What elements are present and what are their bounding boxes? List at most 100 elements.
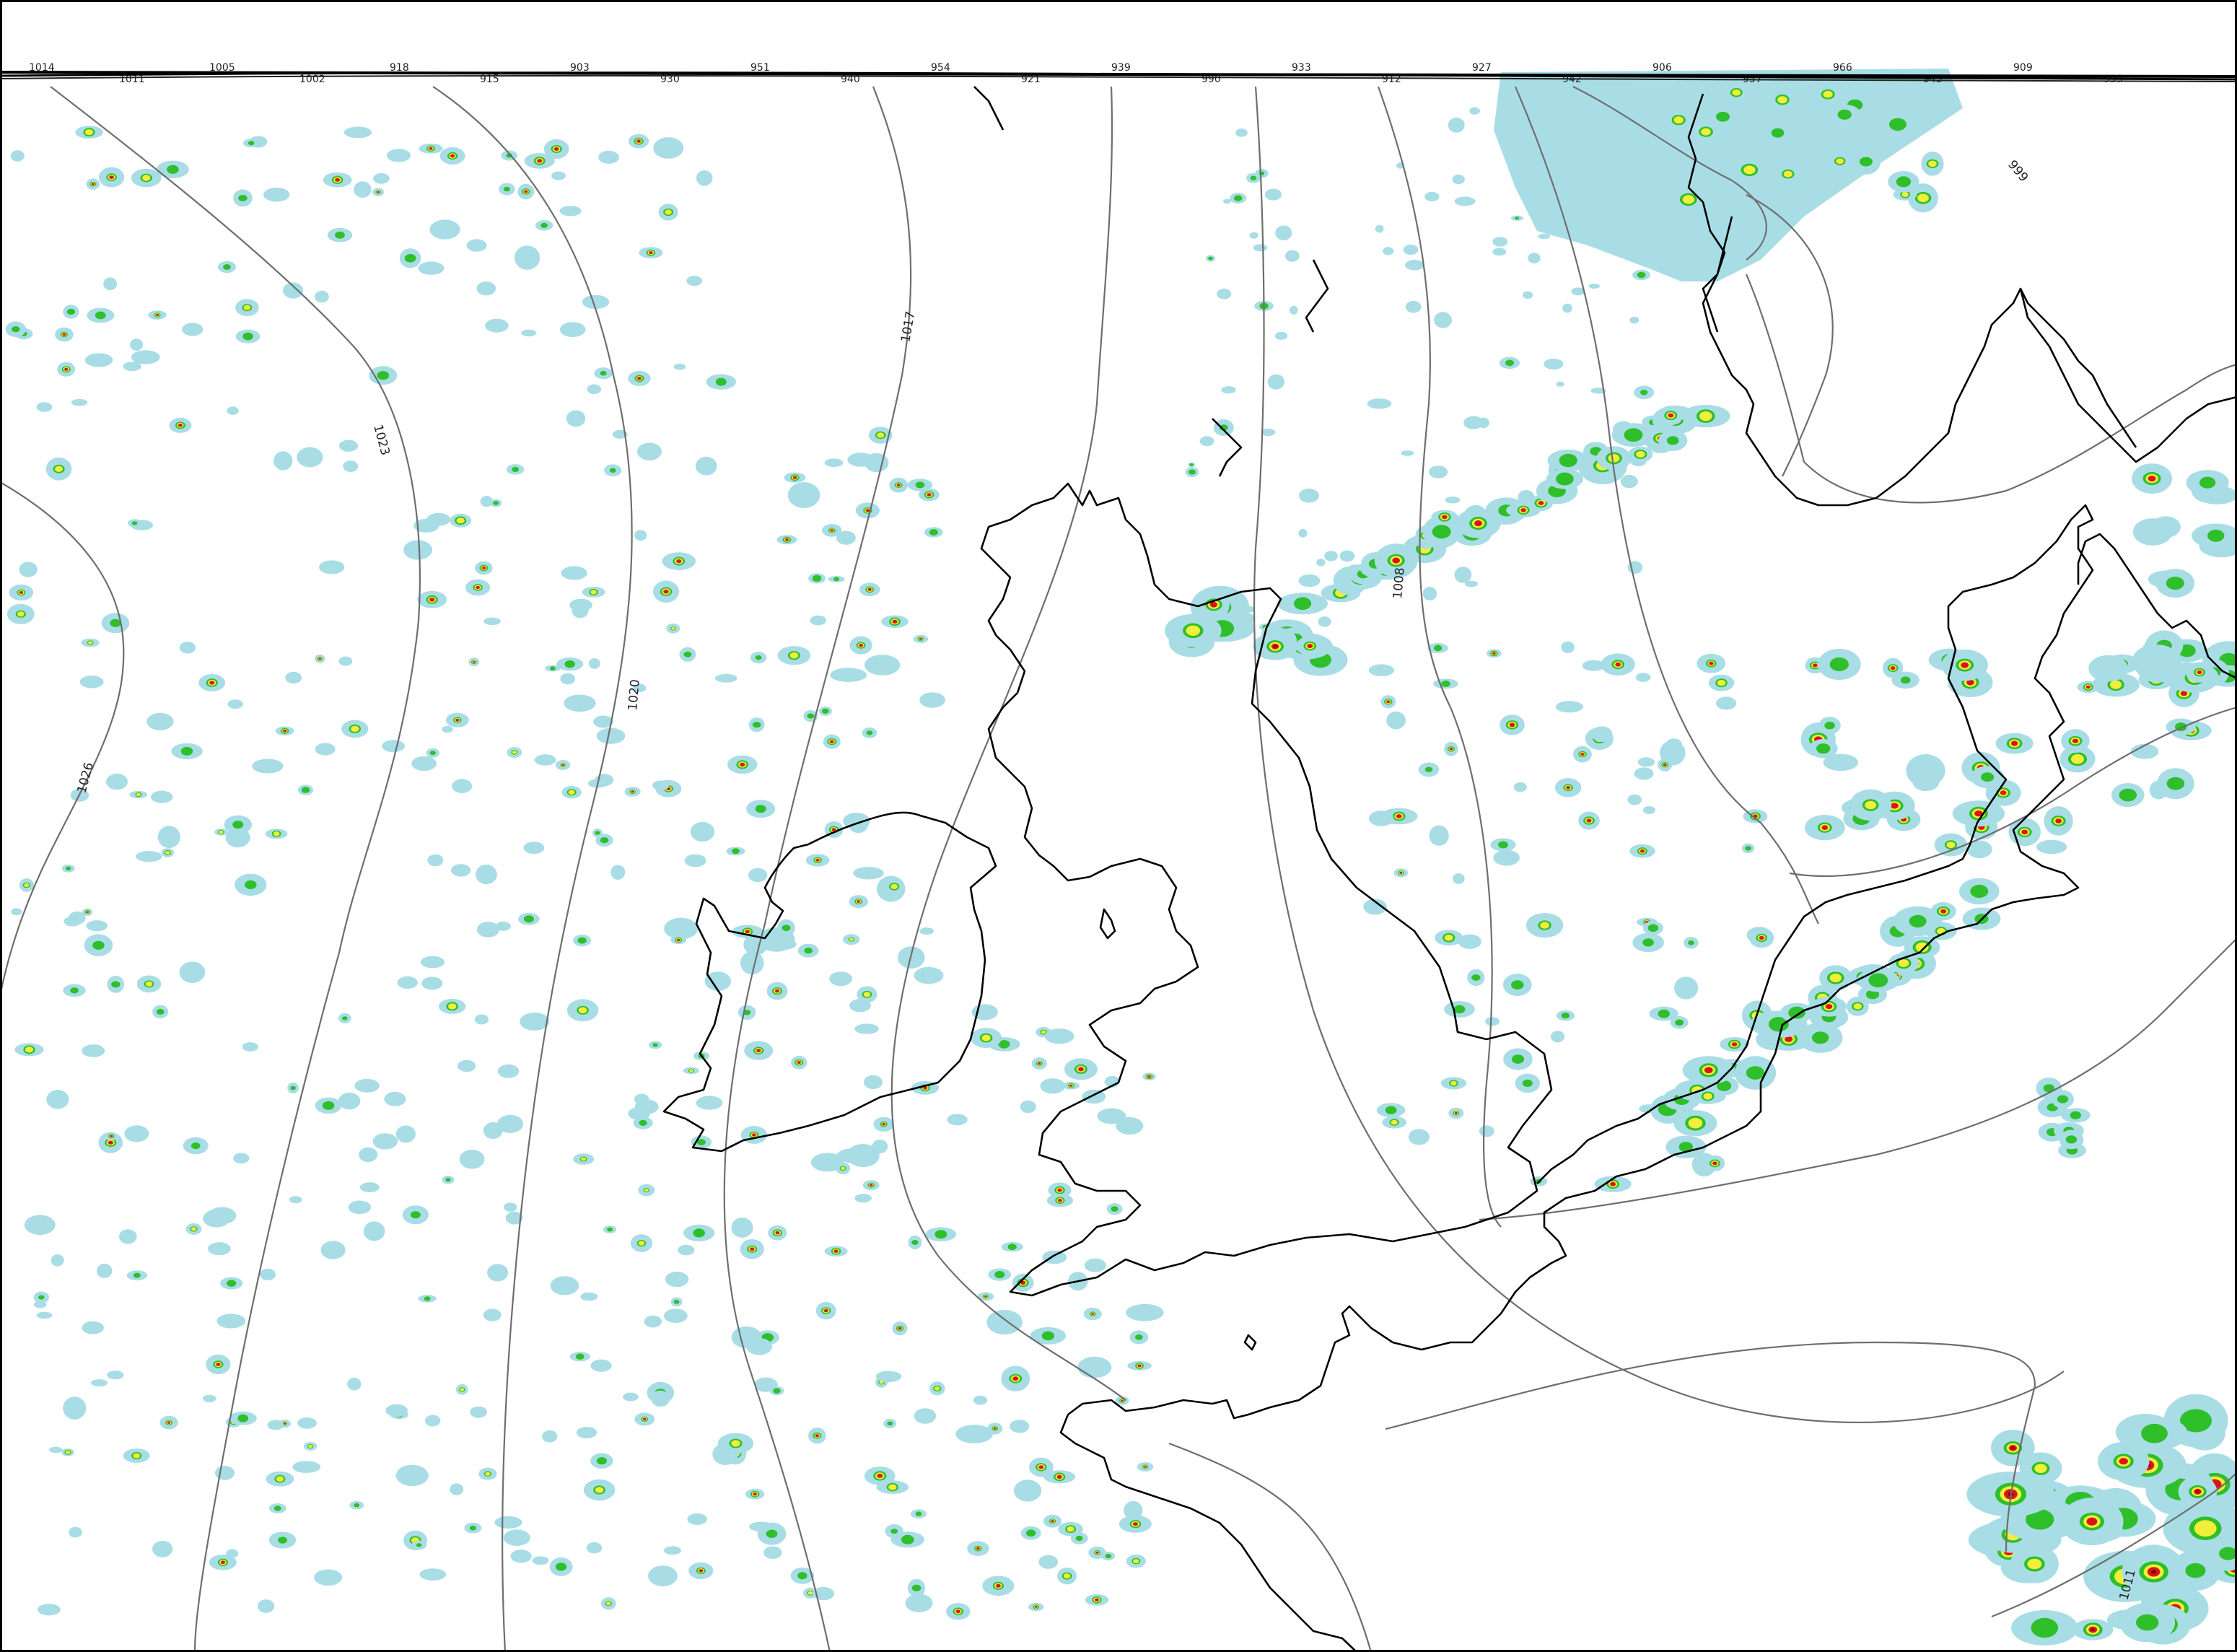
rain-cell-moderate: [1471, 974, 1481, 981]
rain-cell-light: [872, 1139, 888, 1154]
rain-cell-heavy: [25, 1046, 34, 1053]
rain-cell-heavy: [65, 1450, 71, 1454]
rain-cell-light: [2088, 655, 2129, 682]
rain-cell-heavy: [1673, 116, 1684, 124]
rain-cell-intense: [561, 764, 564, 766]
rain-cell-heavy: [981, 1034, 991, 1041]
rain-cell-moderate: [290, 1085, 296, 1091]
rain-cell-light: [853, 867, 884, 880]
rain-cell-light: [289, 1196, 302, 1204]
rain-cell-moderate: [156, 1008, 165, 1015]
rain-cell-heavy: [590, 590, 597, 595]
rain-cell-moderate: [1111, 1206, 1118, 1212]
rain-cell-moderate: [693, 1228, 705, 1238]
rain-cell-light: [452, 779, 473, 793]
rain-cell-light: [542, 1430, 558, 1443]
rain-cell-moderate: [65, 866, 71, 871]
rain-cell-light: [503, 1202, 517, 1212]
rain-cell-light: [810, 615, 826, 626]
rain-cell-heavy: [581, 1157, 587, 1161]
rain-cell-moderate: [167, 165, 179, 174]
rain-cell-light: [84, 353, 113, 367]
rain-cell-light: [1199, 436, 1214, 447]
rain-cell-moderate: [1075, 1535, 1083, 1542]
rain-cell-moderate: [1868, 973, 1888, 988]
rain-cell-light: [385, 1404, 408, 1417]
rain-cell-moderate: [1135, 1334, 1143, 1340]
rain-cell-moderate: [540, 222, 548, 228]
rain-cell-intense: [1454, 1111, 1458, 1114]
rain-cell-light: [359, 1147, 378, 1163]
rain-cell-moderate: [12, 326, 20, 333]
rain-cell-heavy: [689, 1069, 693, 1072]
rain-cell-light: [474, 1014, 489, 1025]
rain-cell-light: [227, 699, 244, 709]
rain-cell-moderate: [133, 1272, 141, 1278]
rain-cell-moderate: [1666, 436, 1679, 445]
rain-cell-light: [1249, 232, 1258, 239]
rain-cell-light: [824, 458, 844, 467]
rain-cell-light: [373, 172, 390, 184]
rain-cell-light: [10, 150, 25, 162]
rain-cell-moderate: [639, 1119, 647, 1126]
rain-cell-light: [1469, 107, 1480, 115]
rain-cell-light: [1422, 587, 1437, 600]
rain-cell-light: [227, 406, 239, 415]
rain-cell-intense: [1821, 825, 1829, 830]
rain-cell-moderate: [1559, 453, 1577, 468]
rain-cell-light: [107, 1371, 124, 1380]
rain-cell-light: [1077, 1356, 1112, 1378]
rain-cell-light: [1465, 580, 1478, 587]
rain-cell-light: [395, 1125, 416, 1143]
rain-cell-light: [596, 727, 626, 744]
rain-cell-intense: [631, 790, 634, 793]
rain-cell-intense: [1520, 508, 1526, 512]
rain-cell-moderate: [1234, 195, 1243, 201]
rain-cell-light: [1404, 260, 1424, 271]
rain-cell-intense: [1307, 644, 1313, 648]
rain-cell-moderate: [1716, 111, 1730, 122]
rain-cell-light: [665, 1271, 689, 1288]
rain-cell-heavy: [17, 611, 25, 617]
rain-cell-intense: [1133, 1522, 1138, 1526]
rain-cell-heavy: [1699, 411, 1712, 421]
rain-cell-heavy: [142, 175, 151, 181]
rain-cell-moderate: [377, 371, 390, 380]
rain-cell-moderate: [797, 1572, 807, 1580]
rain-cell-heavy: [665, 209, 672, 215]
rain-cell-light: [1235, 128, 1248, 137]
rain-cell-heavy: [1829, 974, 1842, 982]
rain-cell-moderate: [2219, 1547, 2237, 1560]
rain-cell-light: [359, 1182, 380, 1192]
rain-cell-heavy: [1540, 922, 1549, 929]
rain-cell-light: [714, 673, 737, 683]
rain-cell-heavy: [145, 981, 153, 987]
rain-cell-light: [644, 1315, 662, 1328]
rain-cell-light: [1403, 244, 1419, 255]
rain-cell-moderate: [404, 254, 416, 263]
rain-cell-heavy: [1732, 89, 1741, 96]
rain-cell-moderate: [929, 529, 938, 536]
rain-cell-light: [1040, 1078, 1066, 1094]
rain-cell-moderate: [322, 1101, 335, 1110]
rain-cell-moderate: [1981, 772, 1995, 782]
rain-cell-light: [551, 171, 566, 180]
rain-cell-light: [69, 1526, 82, 1538]
rain-cell-heavy: [1946, 842, 1956, 848]
rain-cell-intense: [676, 559, 682, 564]
rain-cell-heavy: [2071, 754, 2084, 764]
rain-cell-moderate: [1771, 128, 1785, 138]
rain-cell-intense: [984, 1295, 987, 1298]
rain-cell-intense: [859, 644, 863, 647]
rain-cell-heavy: [2194, 1520, 2217, 1537]
rain-cell-moderate: [242, 332, 253, 341]
rain-cell-moderate: [766, 1529, 778, 1538]
rain-cell-intense: [2055, 818, 2062, 823]
rain-cell-light: [905, 1594, 933, 1612]
rain-cell-light: [875, 1371, 902, 1383]
rain-cell-intense: [753, 1493, 757, 1496]
rain-cell-intense: [1704, 1067, 1713, 1074]
rain-cell-light: [580, 1292, 598, 1301]
rain-cell-intense: [1095, 1598, 1099, 1601]
isobar-label-1008: 1008: [1391, 567, 1408, 600]
